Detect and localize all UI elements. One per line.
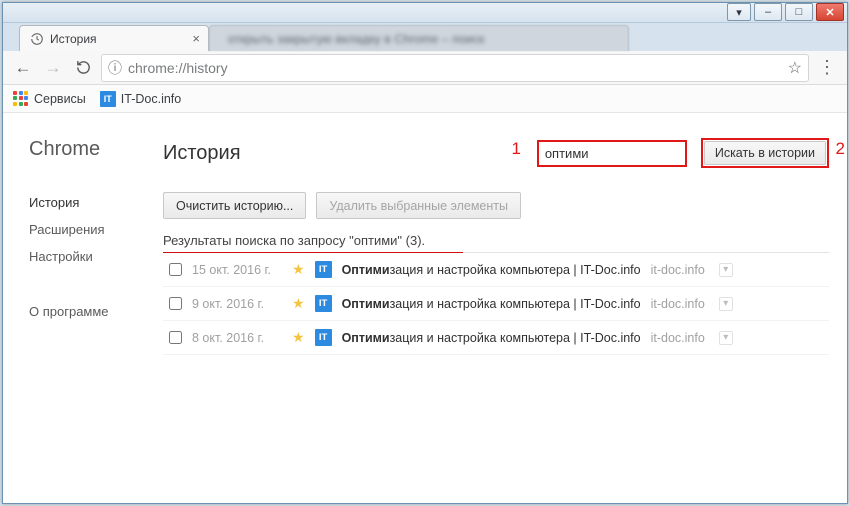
bookmark-item[interactable]: IT IT-Doc.info: [100, 91, 181, 107]
clear-history-button[interactable]: Очистить историю...: [163, 192, 306, 219]
bookmark-favicon: IT: [100, 91, 116, 107]
entry-menu-icon[interactable]: ▾: [719, 331, 733, 345]
apps-label: Сервисы: [34, 92, 86, 106]
history-entry: 8 окт. 2016 г. ★ IT Оптимизация и настройка…: [163, 321, 829, 355]
browser-toolbar: ← → ⓘ chrome://history ☆ ⋮: [3, 51, 847, 85]
history-main: 1 2 История Искать в истории Очистить ис…: [153, 114, 847, 503]
bookmark-star-icon[interactable]: ☆: [788, 58, 802, 78]
tab-close-icon[interactable]: ×: [192, 31, 200, 46]
tab-inactive[interactable]: открыть закрытую вкладку в Chrome – поис…: [209, 25, 629, 51]
entry-domain: it-doc.info: [651, 331, 705, 345]
tab-strip: История × открыть закрытую вкладку в Chr…: [3, 23, 847, 51]
reload-button[interactable]: [71, 56, 95, 80]
history-search-button[interactable]: Искать в истории: [704, 141, 826, 165]
os-titlebar: ▾ – □ ✕: [3, 3, 847, 23]
entry-domain: it-doc.info: [651, 297, 705, 311]
annotation-2: 2: [836, 139, 845, 159]
window-dropdown-button[interactable]: ▾: [727, 3, 751, 21]
entry-favicon: IT: [315, 329, 332, 346]
history-icon: [30, 32, 44, 46]
sidebar-item-extensions[interactable]: Расширения: [29, 216, 153, 243]
delete-selected-button: Удалить выбранные элементы: [316, 192, 521, 219]
entry-date: 15 окт. 2016 г.: [192, 263, 282, 277]
back-button[interactable]: ←: [11, 56, 35, 80]
tab-title: История: [50, 32, 186, 46]
entry-checkbox[interactable]: [169, 331, 182, 344]
address-bar[interactable]: ⓘ chrome://history ☆: [101, 54, 809, 82]
chrome-brand: Chrome: [29, 138, 153, 161]
sidebar-item-settings[interactable]: Настройки: [29, 243, 153, 270]
settings-sidebar: Chrome История Расширения Настройки О пр…: [3, 114, 153, 503]
tab-active[interactable]: История ×: [19, 25, 209, 51]
sidebar-item-history[interactable]: История: [29, 189, 153, 216]
star-icon[interactable]: ★: [292, 295, 305, 312]
chrome-menu-button[interactable]: ⋮: [815, 56, 839, 80]
entry-checkbox[interactable]: [169, 263, 182, 276]
entry-menu-icon[interactable]: ▾: [719, 263, 733, 277]
window-maximize-button[interactable]: □: [785, 3, 813, 21]
apps-shortcut[interactable]: Сервисы: [13, 91, 86, 107]
entry-title[interactable]: Оптимизация и настройка компьютера | IT-…: [342, 297, 641, 311]
entry-favicon: IT: [315, 295, 332, 312]
entry-date: 8 окт. 2016 г.: [192, 331, 282, 345]
results-header: Результаты поиска по запросу "оптими" (3…: [163, 233, 829, 253]
entry-checkbox[interactable]: [169, 297, 182, 310]
apps-grid-icon: [13, 91, 29, 107]
bookmark-label: IT-Doc.info: [121, 92, 181, 106]
sidebar-item-about[interactable]: О программе: [29, 298, 153, 325]
entry-date: 9 окт. 2016 г.: [192, 297, 282, 311]
history-search-input[interactable]: [537, 140, 687, 167]
star-icon[interactable]: ★: [292, 329, 305, 346]
entry-title[interactable]: Оптимизация и настройка компьютера | IT-…: [342, 263, 641, 277]
history-entry: 9 окт. 2016 г. ★ IT Оптимизация и настройка…: [163, 287, 829, 321]
history-entry: 15 окт. 2016 г. ★ IT Оптимизация и настройк…: [163, 253, 829, 287]
entry-title[interactable]: Оптимизация и настройка компьютера | IT-…: [342, 331, 641, 345]
window-close-button[interactable]: ✕: [816, 3, 844, 21]
entry-favicon: IT: [315, 261, 332, 278]
entry-menu-icon[interactable]: ▾: [719, 297, 733, 311]
star-icon[interactable]: ★: [292, 261, 305, 278]
bookmarks-bar: Сервисы IT IT-Doc.info: [3, 85, 847, 113]
forward-button: →: [41, 56, 65, 80]
page-content: Chrome История Расширения Настройки О пр…: [3, 114, 847, 503]
tab-inactive-title: открыть закрытую вкладку в Chrome – поис…: [220, 32, 484, 46]
page-title: История: [163, 142, 537, 165]
url-text: chrome://history: [128, 60, 782, 76]
annotation-1: 1: [512, 139, 521, 159]
entry-domain: it-doc.info: [651, 263, 705, 277]
window-minimize-button[interactable]: –: [754, 3, 782, 21]
site-info-icon[interactable]: ⓘ: [108, 58, 122, 78]
